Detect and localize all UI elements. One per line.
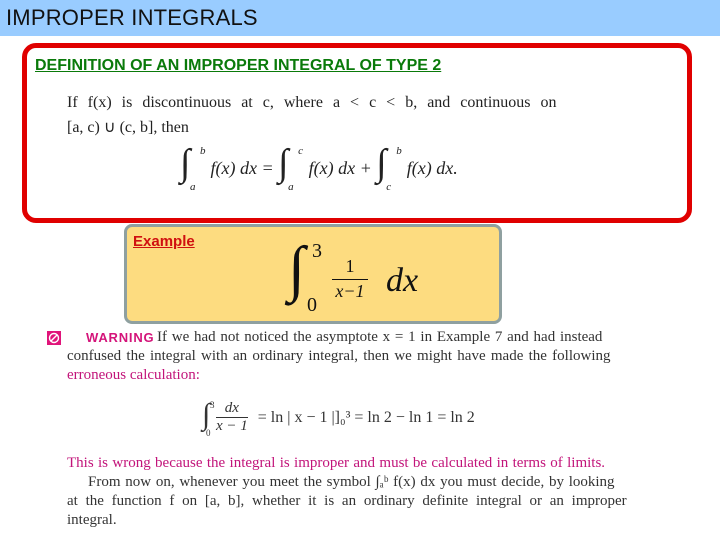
- integral-sign: ∫ b a: [180, 142, 206, 193]
- warning-line-3: erroneous calculation:: [67, 367, 200, 383]
- equation-lhs: f(x) dx =: [210, 158, 274, 179]
- fraction: 1 x−1: [332, 256, 368, 302]
- differential: dx: [386, 262, 419, 299]
- equation-mid: f(x) dx +: [308, 158, 372, 179]
- warning-label: WARNING: [86, 330, 155, 345]
- definition-equation: ∫ b a f(x) dx = ∫ c a f(x) dx + ∫ b c f(x) dx.: [180, 142, 458, 195]
- example-label: Example: [133, 233, 195, 250]
- no-entry-icon: [47, 331, 61, 345]
- warning-line-1: If we had not noticed the asymptote x = …: [157, 329, 603, 345]
- explanation-line-1: This is wrong because the integral is im…: [67, 455, 606, 471]
- slide-title: IMPROPER INTEGRALS: [6, 5, 258, 30]
- explanation-line-4: integral.: [67, 512, 117, 528]
- integral-sign: ∫ c a: [278, 142, 304, 193]
- explanation-line-3: at the function f on [a, b], whether it …: [67, 493, 627, 509]
- integral-sign: ∫: [288, 235, 305, 303]
- definition-heading: DEFINITION OF AN IMPROPER INTEGRAL OF TY…: [35, 57, 442, 74]
- definition-line-1: If f(x) is discontinuous at c, where a <…: [67, 94, 557, 111]
- definition-line-2: [a, c) ∪ (c, b], then: [67, 119, 189, 136]
- denominator: x−1: [335, 281, 365, 301]
- integral-sign: ∫: [202, 398, 211, 431]
- integral-sign: ∫ b c: [376, 142, 402, 193]
- equation-rhs: f(x) dx.: [406, 158, 458, 179]
- numerator: 1: [332, 256, 368, 280]
- title-bar: IMPROPER INTEGRALS: [0, 0, 720, 36]
- calculation-result: = ln | x − 1 |]₀³ = ln 2 − ln 1 = ln 2: [257, 408, 475, 426]
- explanation-line-2: From now on, whenever you meet the symbo…: [88, 474, 615, 490]
- upper-limit: 3: [312, 240, 322, 262]
- lower-limit: 0: [307, 294, 317, 316]
- fraction: dx x − 1: [216, 400, 248, 434]
- erroneous-calculation: ∫ 3 0 dx x − 1 = ln | x − 1 |]₀³ = ln 2 …: [202, 398, 475, 438]
- example-integral: ∫ 3 0 1 x−1 dx: [288, 235, 448, 318]
- warning-line-2: confused the integral with an ordinary i…: [67, 348, 611, 364]
